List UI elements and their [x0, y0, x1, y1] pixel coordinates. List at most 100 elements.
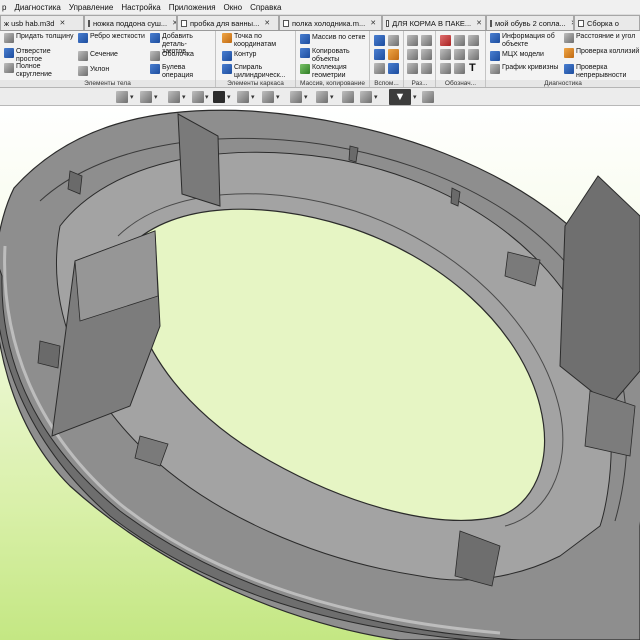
menu-item-diagnostics[interactable]: Диагностика — [14, 3, 60, 12]
group-label: Обознач... — [436, 80, 485, 87]
document-tab[interactable]: полка холодника.m... ✕ — [279, 15, 382, 30]
helix-button[interactable]: Спираль цилиндрическ... — [222, 64, 294, 79]
chevron-down-icon[interactable]: ▾ — [304, 93, 308, 101]
mass-icon — [490, 51, 500, 61]
base-icon[interactable] — [454, 35, 465, 46]
axis-icon[interactable] — [388, 35, 399, 46]
document-tab[interactable]: мой обувь 2 сопла... ✕ — [486, 15, 574, 30]
continuity-check-button[interactable]: Проверка непрерывности — [564, 64, 640, 79]
radius-dimension-icon[interactable] — [421, 35, 432, 46]
arc-dimension-icon[interactable] — [421, 63, 432, 74]
boolean-button[interactable]: Булева операция — [150, 64, 216, 79]
contour-button[interactable]: Контур — [222, 51, 294, 61]
draft-button[interactable]: Уклон — [78, 66, 148, 76]
chevron-down-icon[interactable]: ▾ — [413, 93, 417, 101]
object-info-button[interactable]: Информация об объекте — [490, 33, 564, 48]
chevron-down-icon[interactable]: ▾ — [276, 93, 280, 101]
filter-icon[interactable]: ▼ — [389, 89, 411, 105]
close-icon[interactable]: ✕ — [264, 19, 270, 27]
ring-model[interactable] — [0, 106, 640, 640]
text-tool-icon[interactable]: T — [469, 62, 476, 74]
section-button[interactable]: Сечение — [78, 51, 148, 61]
angle-dimension-icon[interactable] — [407, 49, 418, 60]
close-icon[interactable]: ✕ — [370, 19, 376, 27]
document-tab[interactable]: пробка для ванны... ✕ — [177, 15, 279, 30]
diameter-dimension-icon[interactable] — [421, 49, 432, 60]
table-icon[interactable] — [454, 63, 465, 74]
copy-objects-button[interactable]: Копировать объекты — [300, 48, 370, 63]
document-tab[interactable]: ДЛЯ КОРМА В ПАКЕ... ✕ — [382, 15, 486, 30]
tab-label: ножка поддона суш... — [93, 18, 168, 28]
selection-filter-icon[interactable] — [422, 91, 434, 103]
tolerance-icon[interactable] — [468, 35, 479, 46]
zoom-icon[interactable] — [140, 91, 152, 103]
geometry-collection-button[interactable]: Коллекция геометрии — [300, 64, 370, 79]
mass-properties-button[interactable]: МЦХ модели — [490, 51, 564, 61]
document-icon — [578, 19, 584, 27]
dimension-icon[interactable] — [407, 35, 418, 46]
menu-item-window[interactable]: Окно — [224, 3, 243, 12]
visibility-icon[interactable] — [316, 91, 328, 103]
chevron-down-icon[interactable]: ▾ — [205, 93, 209, 101]
model-viewport[interactable] — [0, 106, 640, 640]
chevron-down-icon[interactable]: ▾ — [374, 93, 378, 101]
curvature-graph-button[interactable]: График кривизны — [490, 64, 564, 74]
tab-label: ж usb hab.m3d — [4, 18, 55, 28]
ribbon-group-aux: Вспом... — [370, 31, 404, 87]
chevron-down-icon[interactable]: ▾ — [227, 93, 231, 101]
document-tab[interactable]: ж usb hab.m3d ✕ — [0, 15, 84, 30]
menu-item-cut[interactable]: р — [2, 3, 6, 12]
menu-item-settings[interactable]: Настройка — [121, 3, 160, 12]
render-icon[interactable] — [290, 91, 302, 103]
chevron-down-icon[interactable]: ▾ — [330, 93, 334, 101]
chamfer-dimension-icon[interactable] — [407, 63, 418, 74]
chevron-down-icon[interactable]: ▾ — [251, 93, 255, 101]
fillet-icon — [4, 63, 14, 73]
leader-icon[interactable] — [454, 49, 465, 60]
rib-button[interactable]: Ребро жесткости — [78, 33, 148, 43]
zoom-window-icon[interactable] — [116, 91, 128, 103]
plane-icon[interactable] — [374, 35, 385, 46]
marker-icon[interactable] — [440, 35, 451, 46]
group-label: Диагностика — [486, 80, 640, 87]
roughness-icon[interactable] — [440, 49, 451, 60]
point-by-coords-button[interactable]: Точка по координатам — [222, 33, 294, 48]
ribbon: Придать толщину Отверстие простое Полное… — [0, 31, 640, 88]
continuity-icon — [564, 64, 574, 74]
menu-item-apps[interactable]: Приложения — [169, 3, 216, 12]
position-icon[interactable] — [468, 49, 479, 60]
snap-icon[interactable] — [360, 91, 372, 103]
tab-label: мой обувь 2 сопла... — [495, 18, 566, 28]
simple-hole-button[interactable]: Отверстие простое — [4, 48, 74, 63]
shell-button[interactable]: Оболочка — [150, 51, 216, 61]
chevron-down-icon[interactable]: ▾ — [130, 93, 134, 101]
chevron-down-icon[interactable]: ▾ — [154, 93, 158, 101]
tab-label: полка холодника.m... — [292, 18, 366, 28]
document-icon — [181, 19, 187, 27]
close-icon[interactable]: ✕ — [59, 19, 65, 27]
full-fillet-button[interactable]: Полное скругление — [4, 63, 74, 78]
cs-icon[interactable] — [374, 63, 385, 74]
document-icon — [386, 19, 390, 27]
display-mode-icon[interactable] — [237, 91, 249, 103]
menu-item-help[interactable]: Справка — [250, 3, 281, 12]
add-thickness-button[interactable]: Придать толщину — [4, 33, 74, 43]
document-tab[interactable]: Сборка о — [574, 15, 640, 30]
grid-array-button[interactable]: Массив по сетке — [300, 34, 370, 44]
section-view-icon[interactable] — [262, 91, 274, 103]
collision-check-button[interactable]: Проверка коллизий — [564, 48, 640, 58]
measure-icon[interactable] — [342, 91, 354, 103]
surface-icon[interactable] — [388, 63, 399, 74]
point-icon[interactable] — [374, 49, 385, 60]
document-tab[interactable]: ножка поддона суш... ✕ — [84, 15, 177, 30]
orientation-cube-icon[interactable] — [213, 91, 225, 103]
chevron-down-icon[interactable]: ▾ — [182, 93, 186, 101]
rotate-icon[interactable] — [192, 91, 204, 103]
pan-icon[interactable] — [168, 91, 180, 103]
curvature-icon — [490, 64, 500, 74]
close-icon[interactable]: ✕ — [476, 19, 482, 27]
menu-item-manage[interactable]: Управление — [69, 3, 113, 12]
line-icon[interactable] — [388, 49, 399, 60]
weld-icon[interactable] — [440, 63, 451, 74]
distance-angle-button[interactable]: Расстояние и угол — [564, 33, 640, 43]
